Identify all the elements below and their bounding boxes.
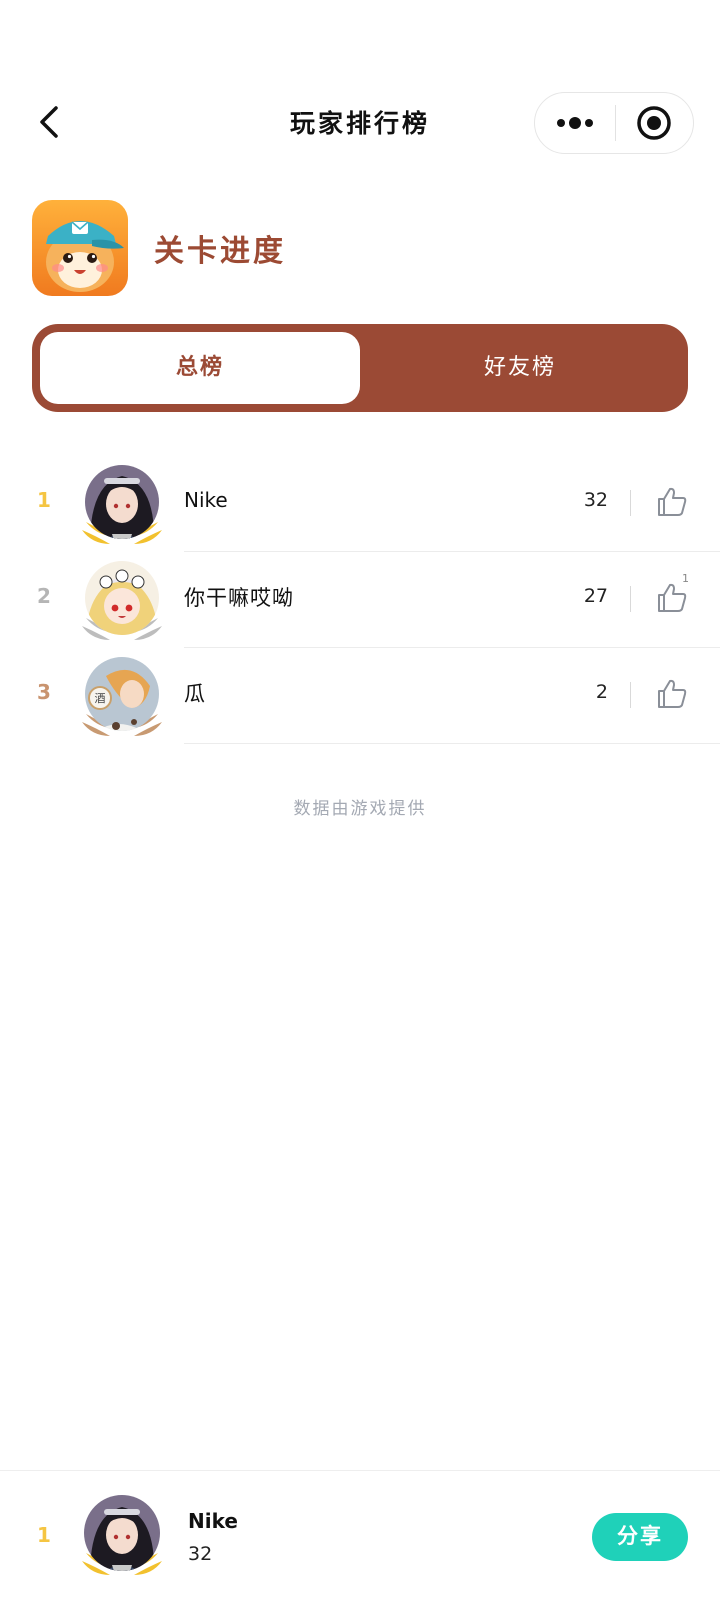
ranking-list: 1 Nike 32 2 你干嘛哎呦 27 1 3 酒 瓜 2 — [0, 456, 720, 744]
game-logo — [32, 200, 128, 296]
more-dots-icon — [557, 117, 593, 129]
score-divider — [630, 682, 631, 708]
avatar-image — [82, 465, 162, 544]
avatar-image — [82, 561, 162, 640]
thumbs-up-icon — [658, 583, 687, 612]
like-button[interactable] — [654, 676, 690, 712]
game-title: 关卡进度 — [154, 234, 286, 269]
avatar: 酒 — [76, 656, 176, 742]
avatar-image: 酒 — [82, 657, 162, 736]
close-mini-program-button[interactable] — [616, 93, 694, 153]
like-button[interactable] — [654, 580, 690, 616]
my-rank-bar: 1 Nike 32 分享 — [0, 1470, 720, 1600]
avatar-image — [82, 1495, 162, 1575]
leaderboard-tabs: 总榜 好友榜 — [32, 324, 688, 412]
mini-program-capsule — [534, 92, 694, 154]
my-name: Nike — [188, 1509, 238, 1533]
tab-overall[interactable]: 总榜 — [40, 332, 360, 404]
rank-number: 2 — [37, 584, 51, 608]
ranking-row[interactable]: 2 你干嘛哎呦 27 1 — [0, 552, 720, 648]
player-score: 27 — [583, 585, 608, 607]
score-divider — [630, 490, 631, 516]
player-score: 2 — [595, 681, 608, 703]
avatar — [76, 464, 176, 550]
ranking-row[interactable]: 1 Nike 32 — [0, 456, 720, 552]
like-button[interactable] — [654, 484, 690, 520]
hamster-logo-icon — [32, 200, 128, 296]
tab-friends[interactable]: 好友榜 — [360, 332, 680, 404]
thumbs-up-icon — [658, 487, 687, 516]
rank-number: 3 — [37, 680, 51, 704]
player-score: 32 — [583, 489, 608, 511]
more-button[interactable] — [535, 93, 615, 153]
target-close-icon — [637, 106, 671, 140]
svg-text:酒: 酒 — [95, 692, 106, 705]
my-rank-number: 1 — [37, 1523, 51, 1547]
thumbs-up-icon — [658, 679, 687, 708]
score-divider — [630, 586, 631, 612]
share-button[interactable]: 分享 — [592, 1513, 688, 1561]
my-score: 32 — [188, 1543, 213, 1565]
player-name: Nike — [184, 488, 228, 512]
nav-bar: 玩家排行榜 — [0, 86, 720, 158]
like-count: 1 — [682, 572, 689, 585]
row-divider — [184, 743, 720, 744]
my-avatar — [76, 1495, 176, 1581]
avatar — [76, 560, 176, 646]
ranking-row[interactable]: 3 酒 瓜 2 — [0, 648, 720, 744]
player-name: 你干嘛哎呦 — [184, 586, 294, 610]
rank-number: 1 — [37, 488, 51, 512]
player-name: 瓜 — [184, 682, 206, 706]
data-source-note: 数据由游戏提供 — [293, 799, 427, 819]
